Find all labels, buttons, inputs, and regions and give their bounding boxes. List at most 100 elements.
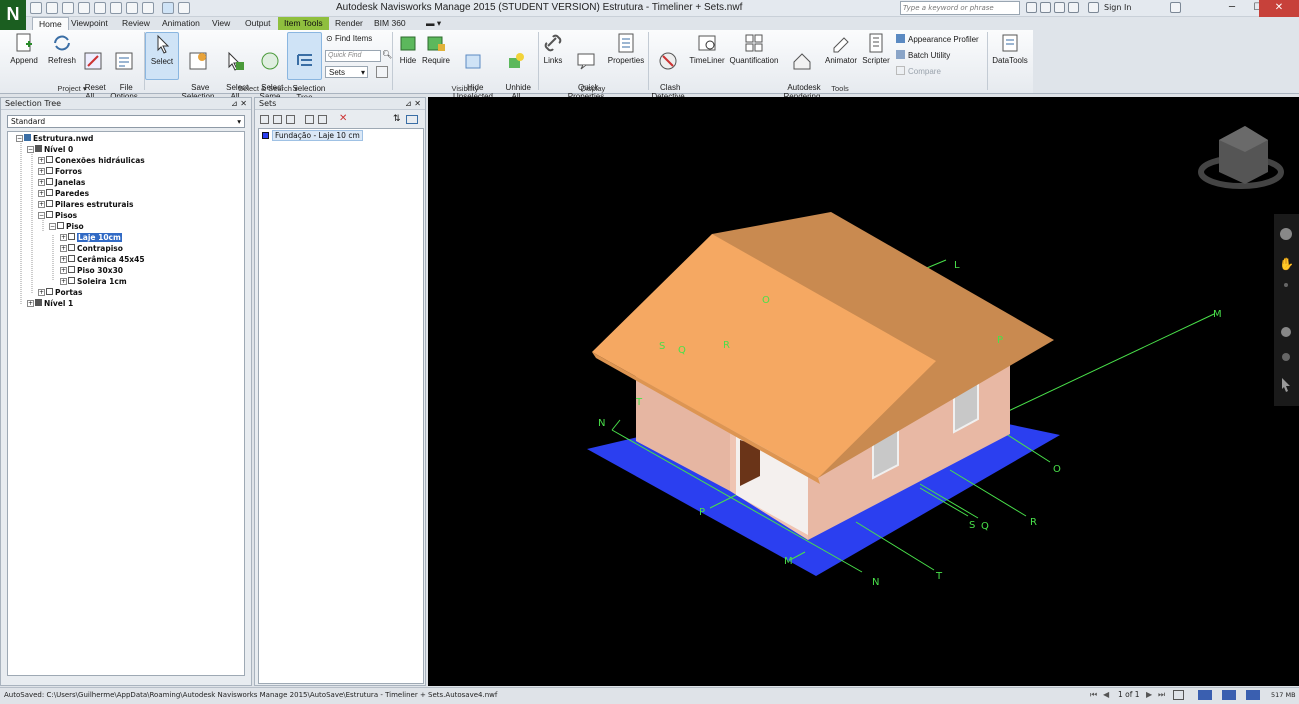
tree-item[interactable]: + Nível 1	[27, 299, 73, 309]
batch-utility-button[interactable]: Batch Utility	[896, 50, 950, 60]
undo-icon[interactable]	[94, 2, 106, 14]
selection-tree-button[interactable]: Selection Tree	[287, 32, 325, 102]
collapse-icon[interactable]: −	[16, 135, 23, 142]
3d-viewport[interactable]: L O S Q R P M T N O R S Q P M N T ✋	[428, 97, 1299, 686]
print-icon[interactable]	[78, 2, 90, 14]
tree-item[interactable]: − Nível 0	[27, 145, 73, 155]
expand-icon[interactable]: +	[38, 179, 45, 186]
tree-view-dropdown[interactable]: Standard ▾	[7, 115, 245, 128]
quick-find-input[interactable]: Quick Find	[325, 50, 381, 62]
user-icon[interactable]	[1088, 2, 1099, 13]
panel-pin-close-icon[interactable]: ⊿ ✕	[405, 98, 421, 110]
help-icon[interactable]	[1170, 2, 1181, 13]
panel-title-project[interactable]: Project ▾	[0, 84, 144, 93]
viewcube[interactable]	[1198, 126, 1284, 189]
star-icon[interactable]	[1068, 2, 1079, 13]
sort-icon[interactable]: ⇅	[393, 114, 401, 124]
binoculars-icon[interactable]	[1026, 2, 1037, 13]
save-selection-icon[interactable]	[260, 115, 269, 124]
collapse-icon[interactable]: −	[27, 146, 34, 153]
expand-icon[interactable]: +	[60, 245, 67, 252]
panel-pin-close-icon[interactable]: ⊿ ✕	[231, 98, 247, 110]
tree-item[interactable]: + Janelas	[38, 178, 85, 188]
refresh-button[interactable]: Refresh	[45, 32, 79, 65]
tree-item[interactable]: + Soleira 1cm	[60, 277, 127, 287]
expand-icon[interactable]: +	[60, 278, 67, 285]
exchange-icon[interactable]	[1054, 2, 1065, 13]
save-search-icon[interactable]	[273, 115, 282, 124]
set-item[interactable]: Fundação - Laje 10 cm	[262, 130, 363, 141]
expand-icon[interactable]: +	[60, 256, 67, 263]
tree-item[interactable]: − Estrutura.nwd	[16, 134, 93, 144]
expand-icon[interactable]: +	[60, 267, 67, 274]
navigation-bar[interactable]: ✋	[1274, 214, 1299, 406]
tab-animation[interactable]: Animation	[156, 17, 206, 30]
tab-bim360[interactable]: BIM 360	[368, 17, 412, 30]
key-icon[interactable]	[1040, 2, 1051, 13]
properties-button[interactable]: Properties	[607, 32, 645, 65]
tree-item[interactable]: + Forros	[38, 167, 82, 177]
tab-home[interactable]: Home	[32, 17, 69, 30]
expand-icon[interactable]: +	[38, 201, 45, 208]
close-button[interactable]: ✕	[1259, 0, 1299, 17]
add-comment-icon[interactable]	[318, 115, 327, 124]
tree-item[interactable]: + Pilares estruturais	[38, 200, 133, 210]
delete-icon[interactable]: ✕	[339, 113, 347, 124]
tree-item[interactable]: + Paredes	[38, 189, 89, 199]
search-input[interactable]: Type a keyword or phrase	[900, 1, 1020, 15]
tree-item[interactable]: − Piso	[49, 222, 84, 232]
tree-item[interactable]: + Conexões hidráulicas	[38, 156, 145, 166]
house-model[interactable]: L O S Q R P M T N O R S Q P M N T ✋	[428, 97, 1299, 686]
datatools-button[interactable]: DataTools	[990, 32, 1030, 65]
tree-item[interactable]: − Pisos	[38, 211, 77, 221]
append-button[interactable]: Append	[8, 32, 40, 65]
select-button[interactable]: Select	[145, 32, 179, 80]
refresh-icon[interactable]	[126, 2, 138, 14]
expand-icon[interactable]: +	[38, 289, 45, 296]
require-button[interactable]: Require	[421, 32, 451, 65]
sheet-browser-icon[interactable]	[1173, 690, 1184, 700]
expand-icon[interactable]: +	[38, 157, 45, 164]
expand-icon[interactable]: +	[38, 168, 45, 175]
hide-button[interactable]: Hide	[396, 32, 420, 65]
expand-icon[interactable]: +	[38, 190, 45, 197]
compare-button[interactable]: Compare	[896, 66, 941, 76]
scripter-button[interactable]: Scripter	[861, 32, 891, 65]
animator-button[interactable]: Animator	[823, 32, 859, 65]
redo-icon[interactable]	[110, 2, 122, 14]
tab-render[interactable]: Render	[329, 17, 369, 30]
previous-page-icon[interactable]: ◀	[1103, 690, 1109, 699]
import-export-icon[interactable]	[406, 115, 418, 124]
tab-review[interactable]: Review	[116, 17, 156, 30]
duplicate-icon[interactable]	[305, 115, 314, 124]
next-page-icon[interactable]: ▶	[1146, 690, 1152, 699]
expand-icon[interactable]: +	[60, 234, 67, 241]
new-icon[interactable]	[30, 2, 42, 14]
save-icon[interactable]	[62, 2, 74, 14]
quantification-button[interactable]: Quantification	[727, 32, 781, 65]
last-page-icon[interactable]: ⏭	[1158, 690, 1165, 700]
tree-item[interactable]: + Cerâmica 45x45	[60, 255, 145, 265]
tab-viewpoint[interactable]: Viewpoint	[65, 17, 114, 30]
tree-item[interactable]: + Piso 30x30	[60, 266, 123, 276]
timeliner-button[interactable]: TimeLiner	[688, 32, 726, 65]
sign-in-link[interactable]: Sign In	[1104, 3, 1131, 12]
tree-item[interactable]: + Portas	[38, 288, 82, 298]
chevron-down-icon[interactable]	[178, 2, 190, 14]
appearance-profiler-button[interactable]: Appearance Profiler	[896, 34, 979, 44]
expand-icon[interactable]: +	[27, 300, 34, 307]
first-page-icon[interactable]: ⏮	[1090, 690, 1097, 700]
new-folder-icon[interactable]	[286, 115, 295, 124]
find-items-button[interactable]: ⊙ Find Items	[326, 34, 372, 43]
panel-title-select-search[interactable]: Select & Search ▾	[145, 84, 391, 93]
tree-item-selected[interactable]: + Laje 10cm	[60, 233, 122, 243]
collapse-icon[interactable]: −	[49, 223, 56, 230]
tree-item[interactable]: + Contrapiso	[60, 244, 123, 254]
tab-item-tools[interactable]: Item Tools	[278, 17, 329, 30]
links-button[interactable]: Links	[541, 32, 565, 65]
print-icon[interactable]	[142, 2, 154, 14]
tab-view[interactable]: View	[206, 17, 236, 30]
tab-output[interactable]: Output	[239, 17, 277, 30]
camera-icon[interactable]: ▬ ▾	[420, 17, 447, 30]
open-icon[interactable]	[46, 2, 58, 14]
